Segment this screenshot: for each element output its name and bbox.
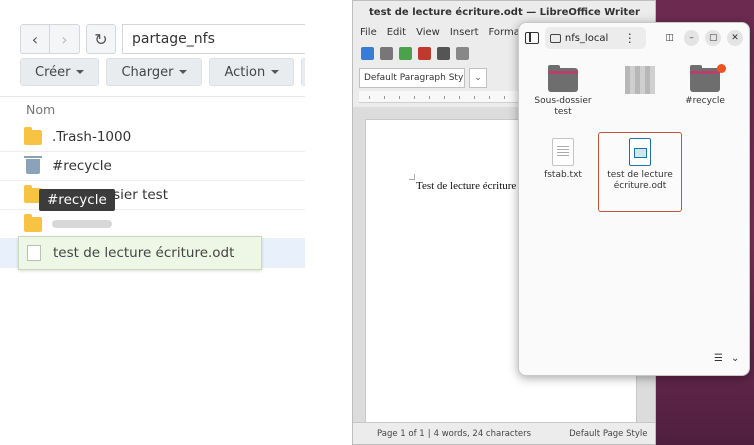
location-label: nfs_local <box>564 32 609 44</box>
screen: ‹ › ↻ partage_nfs Créer Charger Action N… <box>0 0 754 445</box>
text-boundary-mark <box>409 174 415 180</box>
camera-icon[interactable]: ◫ <box>662 30 678 46</box>
drag-ghost-item[interactable]: test de lecture écriture.odt <box>18 236 262 270</box>
view-controls: ☰ ⌄ <box>714 353 746 437</box>
kebab-menu-icon[interactable]: ⋮ <box>624 31 636 45</box>
item-recycle[interactable]: #recycle <box>670 64 740 107</box>
web-file-manager: ‹ › ↻ partage_nfs Créer Charger Action N… <box>0 0 305 280</box>
word-count: 4 words, 24 characters <box>433 428 532 439</box>
menu-insert[interactable]: Insert <box>450 27 479 38</box>
toolbar: Créer Charger Action <box>20 58 305 86</box>
path-field[interactable]: partage_nfs <box>122 24 305 54</box>
folder-icon <box>690 65 720 92</box>
item-fstab[interactable]: fstab.txt <box>528 138 598 181</box>
create-label: Créer <box>35 64 71 80</box>
item-subfolder[interactable]: Sous-dossier test <box>528 65 598 118</box>
more-button[interactable] <box>301 58 305 86</box>
item-label: test de lecture écriture.odt <box>607 170 673 191</box>
forward-button[interactable]: › <box>50 24 80 54</box>
lock-badge-icon <box>717 64 726 73</box>
chevron-left-icon: ‹ <box>31 29 39 49</box>
new-document-icon[interactable] <box>361 46 374 60</box>
refresh-icon: ↻ <box>94 29 108 49</box>
item-odt[interactable]: test de lecture écriture.odt <box>605 138 675 192</box>
create-button[interactable]: Créer <box>20 58 100 86</box>
print-icon[interactable] <box>437 46 450 60</box>
item-label: fstab.txt <box>544 170 582 180</box>
action-label: Action <box>224 64 266 80</box>
status-bar: Page 1 of 1 | 4 words, 24 characters Def… <box>353 422 655 444</box>
row-name: .Trash-1000 <box>52 129 132 145</box>
menu-view[interactable]: View <box>416 27 440 38</box>
document-icon <box>27 245 41 261</box>
menu-file[interactable]: File <box>360 27 377 38</box>
back-button[interactable]: ‹ <box>20 24 50 54</box>
folder-icon <box>548 65 578 92</box>
item-label: Sous-dossier test <box>534 96 592 117</box>
trash-icon <box>24 155 42 174</box>
files-header: nfs_local ⋮ ◫ – ▢ ✕ <box>519 23 749 53</box>
save-icon[interactable] <box>399 46 412 60</box>
menu-edit[interactable]: Edit <box>387 27 406 38</box>
close-button[interactable]: ✕ <box>727 30 743 46</box>
page-count: Page 1 of 1 <box>377 428 425 439</box>
folder-icon <box>24 126 42 145</box>
row-name: #recycle <box>52 158 112 174</box>
minimize-button[interactable]: – <box>683 30 700 46</box>
column-header-name[interactable]: Nom <box>26 102 55 117</box>
redacted-icon <box>625 66 655 94</box>
chevron-right-icon: › <box>61 29 68 49</box>
chevron-down-icon[interactable]: ⌄ <box>731 353 739 437</box>
drive-icon <box>549 33 561 43</box>
caret-down-icon <box>76 70 85 74</box>
action-button[interactable]: Action <box>209 58 295 86</box>
table-row[interactable]: #recycle <box>0 152 305 181</box>
caret-down-icon <box>179 70 188 74</box>
document-text[interactable]: Test de lecture écriture <box>416 180 516 192</box>
export-pdf-icon[interactable] <box>418 46 431 60</box>
redacted-text <box>52 220 112 228</box>
window-title: test de lecture écriture.odt — LibreOffi… <box>353 1 655 23</box>
preview-icon[interactable] <box>456 46 469 60</box>
refresh-button[interactable]: ↻ <box>86 24 116 54</box>
odt-file-icon <box>629 138 651 166</box>
folder-icon <box>24 213 42 232</box>
item-redacted[interactable] <box>605 66 675 98</box>
page-style: Default Page Style <box>569 428 648 439</box>
upload-label: Charger <box>121 64 174 80</box>
chevron-down-icon[interactable]: ⌄ <box>469 68 487 88</box>
list-view-icon[interactable]: ☰ <box>714 353 723 437</box>
divider <box>0 96 305 97</box>
text-file-icon <box>552 138 574 166</box>
open-icon[interactable] <box>380 46 393 60</box>
table-row[interactable]: .Trash-1000 <box>0 123 305 152</box>
maximize-button[interactable]: ▢ <box>705 30 722 46</box>
nav-buttons: ‹ › ↻ <box>20 24 116 54</box>
tooltip: #recycle <box>39 189 115 211</box>
paragraph-style-select[interactable]: Default Paragraph Style <box>359 68 465 88</box>
table-row-redacted[interactable] <box>0 210 305 239</box>
item-label: #recycle <box>685 96 725 106</box>
sidebar-toggle-icon[interactable] <box>525 32 539 44</box>
upload-button[interactable]: Charger <box>106 58 203 86</box>
caret-down-icon <box>271 70 280 74</box>
drag-item-name: test de lecture écriture.odt <box>53 245 235 261</box>
